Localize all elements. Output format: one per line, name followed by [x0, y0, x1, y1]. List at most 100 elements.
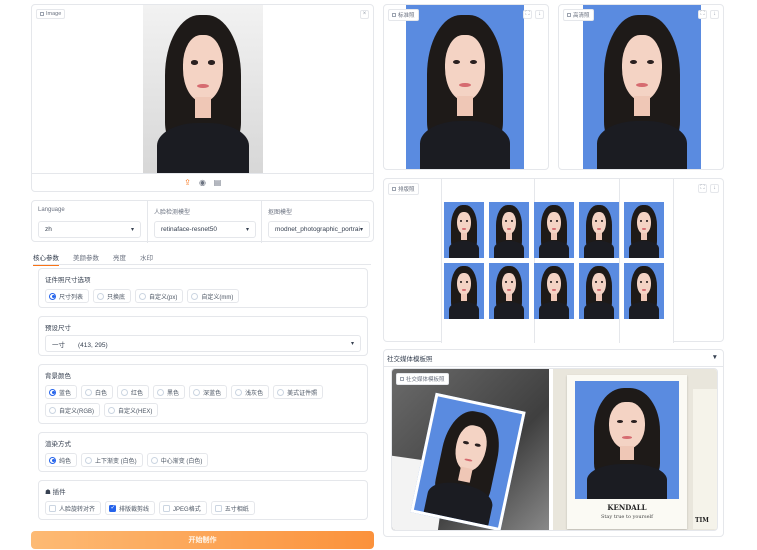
image-panel: Image × ⇪ ◉ ▤ [31, 4, 374, 192]
matting-model-label: 抠图模型 [268, 210, 293, 216]
fullscreen-icon[interactable]: ⛶ [698, 184, 707, 193]
size-option-list[interactable]: 尺寸列表 [45, 289, 90, 303]
radio-dot [277, 388, 285, 396]
language-select[interactable]: zh ▾ [38, 221, 141, 238]
checkbox [163, 504, 171, 512]
image-icon [567, 13, 571, 17]
layout-sheet-photo [489, 202, 529, 258]
bg-option-red[interactable]: 红色 [117, 385, 150, 399]
upload-icon[interactable]: ⇪ [183, 178, 192, 187]
layout-sheet-photo [579, 202, 619, 258]
tabs-divider [33, 264, 371, 265]
layout-sheet-photo [534, 263, 574, 319]
download-icon[interactable]: ↓ [710, 184, 719, 193]
social-template-1[interactable] [392, 369, 549, 530]
radio-dot [121, 388, 129, 396]
plugin-face-align[interactable]: 人脸旋转对齐 [45, 501, 102, 515]
bg-color-label: 背景颜色 [45, 373, 71, 380]
standard-photo-panel: 标准照 ⛶ ↓ [383, 4, 549, 170]
bg-option-blue[interactable]: 蓝色 [45, 385, 78, 399]
radio-dot [85, 456, 93, 464]
clipboard-icon[interactable]: ▤ [213, 178, 222, 187]
plugin-crop-lines[interactable]: 排版裁剪线 [105, 501, 156, 515]
model-settings-row: Language zh ▾ 人脸检测模型 retinaface-resnet50 ▾… [31, 200, 374, 243]
download-icon[interactable]: ↓ [710, 10, 719, 19]
layout-sheet-photo [444, 202, 484, 258]
download-icon[interactable]: ↓ [535, 10, 544, 19]
matting-model-select[interactable]: modnet_photographic_portrait ▾ [268, 221, 370, 238]
plugin-5inch-paper[interactable]: 五寸相纸 [210, 501, 255, 515]
radio-dot [108, 406, 115, 414]
webcam-icon[interactable]: ◉ [198, 178, 207, 187]
clear-image-button[interactable]: × [360, 10, 369, 19]
checkbox [214, 504, 222, 512]
image-icon [392, 187, 396, 191]
hd-photo [583, 5, 701, 169]
size-mode-label: 证件照尺寸选项 [45, 277, 91, 284]
plugins-group: ☗ 插件 人脸旋转对齐 排版裁剪线 JPEG格式 五寸相纸 [38, 480, 368, 520]
face-model-select[interactable]: retinaface-resnet50 ▾ [154, 221, 256, 238]
start-button[interactable]: 开始制作 [31, 531, 374, 549]
radio-dot [97, 292, 105, 300]
layout-sheet-photo [489, 263, 529, 319]
chevron-down-icon: ▾ [359, 227, 363, 233]
size-option-custom-px[interactable]: 自定义(px) [135, 289, 184, 303]
bg-option-us-id[interactable]: 美式证件照 [273, 385, 324, 399]
face-model-field: 人脸检测模型 retinaface-resnet50 ▾ [147, 201, 260, 243]
bg-option-custom-rgb[interactable]: 自定义(RGB) [45, 403, 100, 417]
radio-dot [157, 388, 165, 396]
radio-dot [85, 388, 93, 396]
hd-photo-tag: 高清照 [563, 9, 594, 21]
fullscreen-icon[interactable]: ⛶ [523, 10, 532, 19]
bg-option-black[interactable]: 黑色 [153, 385, 186, 399]
layout-sheet-photo [624, 263, 664, 319]
render-option-solid[interactable]: 纯色 [45, 453, 78, 467]
layout-sheet-photo [534, 202, 574, 258]
layout-photo-tag: 排版照 [388, 183, 419, 195]
radio-dot [49, 456, 56, 464]
social-media-accordion-header[interactable]: 社交媒体模板照 ▼ [383, 349, 724, 367]
radio-dot [49, 406, 56, 414]
fullscreen-icon[interactable]: ⛶ [698, 10, 707, 19]
social-template-2[interactable]: KENDALL Stay true to yourself TIM [553, 369, 717, 530]
preset-size-select[interactable]: 一寸 (413, 295) ▾ [45, 335, 361, 352]
size-option-custom-mm[interactable]: 自定义(mm) [187, 289, 240, 303]
bg-option-custom-hex[interactable]: 自定义(HEX) [104, 403, 159, 417]
social-template-2-photo [575, 381, 679, 499]
plugin-jpeg[interactable]: JPEG格式 [159, 501, 207, 515]
radio-dot [49, 388, 56, 396]
standard-photo [406, 5, 524, 169]
face-model-label: 人脸检测模型 [154, 210, 191, 216]
hd-photo-panel: 高清照 ⛶ ↓ [558, 4, 724, 170]
radio-dot [150, 456, 158, 464]
layout-sheet-grid [444, 202, 664, 319]
matting-model-field: 抠图模型 modnet_photographic_portrait ▾ [261, 201, 374, 243]
image-icon [392, 13, 396, 17]
robot-icon: ☗ [45, 489, 51, 496]
chevron-down-icon: ▾ [350, 341, 354, 347]
size-option-bg-only[interactable]: 只换底 [93, 289, 132, 303]
chevron-down-icon: ▾ [245, 227, 249, 233]
render-option-center-gradient[interactable]: 中心渐变 (白色) [146, 453, 209, 467]
caret-down-icon: ▼ [711, 354, 718, 361]
size-mode-group: 证件照尺寸选项 尺寸列表 只换底 自定义(px) 自定义(mm) [38, 268, 368, 308]
checkbox [109, 504, 117, 512]
side-card-text: TIM [695, 517, 709, 524]
radio-dot [193, 388, 201, 396]
side-card [693, 389, 717, 529]
social-media-gallery: 社交媒体模板照 KENDALL Stay true to yourself TI… [391, 368, 718, 531]
bg-option-dark-blue[interactable]: 深蓝色 [189, 385, 228, 399]
image-icon [400, 377, 404, 381]
preset-size-label: 预设尺寸 [45, 325, 71, 332]
image-source-toolbar: ⇪ ◉ ▤ [32, 173, 373, 191]
bg-option-white[interactable]: 白色 [81, 385, 114, 399]
bg-option-light-grey[interactable]: 浅灰色 [231, 385, 270, 399]
uploaded-portrait [143, 5, 263, 173]
layout-sheet-photo [579, 263, 619, 319]
plugins-label: ☗ 插件 [45, 489, 66, 496]
social-template-1-photo [410, 392, 526, 530]
render-mode-group: 渲染方式 纯色 上下渐变 (白色) 中心渐变 (白色) [38, 432, 368, 472]
language-label: Language [38, 207, 65, 213]
render-option-vertical-gradient[interactable]: 上下渐变 (白色) [81, 453, 143, 467]
render-mode-label: 渲染方式 [45, 441, 71, 448]
